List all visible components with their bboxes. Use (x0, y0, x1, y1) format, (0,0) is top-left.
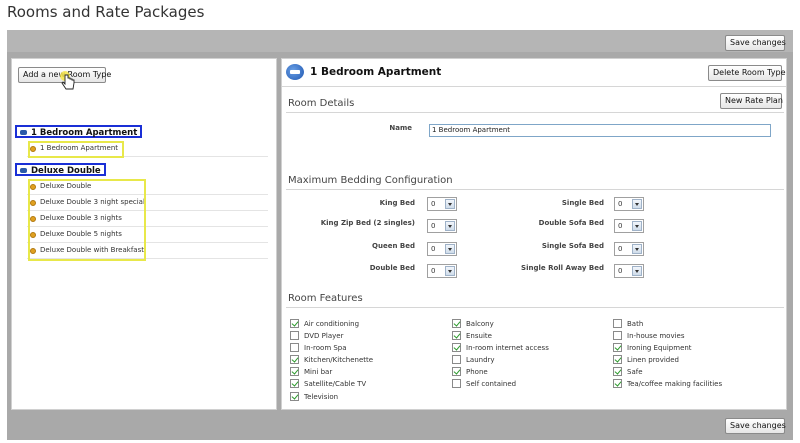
collapse-icon[interactable] (20, 168, 27, 173)
feature-checkbox[interactable]: Mini bar (290, 367, 332, 377)
checkbox-unchecked-icon[interactable] (613, 331, 622, 340)
chevron-down-icon (445, 266, 455, 276)
top-toolbar (7, 30, 793, 52)
chevron-down-icon (632, 244, 642, 254)
checkbox-checked-icon[interactable] (452, 367, 461, 376)
bed-label: Queen Bed (372, 242, 415, 250)
feature-checkbox[interactable]: Self contained (452, 379, 516, 389)
room-header: 1 Bedroom Apartment Delete Room Type (282, 59, 786, 87)
room-type-list-panel: Add a new Room Type 1 Bedroom Apartment … (11, 58, 277, 410)
checkbox-checked-icon[interactable] (613, 355, 622, 364)
feature-checkbox[interactable]: Kitchen/Kitchenette (290, 355, 373, 365)
checkbox-unchecked-icon[interactable] (290, 343, 299, 352)
feature-checkbox[interactable]: DVD Player (290, 331, 343, 341)
chevron-down-icon (445, 199, 455, 209)
room-group-deluxe-double[interactable]: Deluxe Double (12, 163, 276, 177)
queen-bed-select[interactable]: 0 (427, 242, 457, 256)
chevron-down-icon (632, 221, 642, 231)
editor-frame: Save changes Add a new Room Type 1 Bedro… (7, 30, 793, 440)
room-group-highlight: 1 Bedroom Apartment (15, 125, 143, 138)
bedding-heading: Maximum Bedding Configuration (288, 175, 453, 186)
bed-label: Single Sofa Bed (541, 242, 604, 250)
feature-checkbox[interactable]: Ensuite (452, 331, 492, 341)
divider (286, 112, 784, 113)
annotation-highlight (28, 141, 124, 158)
room-group-highlight: Deluxe Double (15, 163, 106, 176)
save-changes-button-top[interactable]: Save changes (725, 35, 786, 51)
page-title: Rooms and Rate Packages (7, 3, 205, 21)
bed-label: King Zip Bed (2 singles) (320, 219, 415, 227)
checkbox-checked-icon[interactable] (290, 367, 299, 376)
bed-label: Single Bed (561, 199, 604, 207)
room-features-heading: Room Features (288, 293, 363, 304)
chevron-down-icon (632, 266, 642, 276)
feature-checkbox[interactable]: In-house movies (613, 331, 685, 341)
room-name-input[interactable]: 1 Bedroom Apartment (429, 124, 771, 137)
feature-checkbox[interactable]: Ironing Equipment (613, 343, 692, 353)
checkbox-unchecked-icon[interactable] (452, 355, 461, 364)
checkbox-checked-icon[interactable] (290, 319, 299, 328)
bed-label: Single Roll Away Bed (521, 264, 604, 272)
checkbox-unchecked-icon[interactable] (290, 331, 299, 340)
feature-checkbox[interactable]: Air conditioning (290, 319, 359, 329)
bed-icon (286, 64, 304, 80)
room-group-1-bedroom-apartment[interactable]: 1 Bedroom Apartment (12, 125, 276, 139)
feature-checkbox[interactable]: Tea/coffee making facilities (613, 379, 722, 389)
checkbox-checked-icon[interactable] (452, 319, 461, 328)
bed-label: Double Sofa Bed (538, 219, 604, 227)
double-sofa-bed-select[interactable]: 0 (614, 219, 644, 233)
feature-checkbox[interactable]: Safe (613, 367, 643, 377)
new-rate-plan-button[interactable]: New Rate Plan (720, 93, 783, 109)
checkbox-checked-icon[interactable] (290, 379, 299, 388)
single-bed-select[interactable]: 0 (614, 197, 644, 211)
room-group-label: Deluxe Double (31, 166, 101, 176)
checkbox-checked-icon[interactable] (613, 379, 622, 388)
checkbox-checked-icon[interactable] (452, 331, 461, 340)
room-details-heading: Room Details (288, 98, 355, 109)
feature-checkbox[interactable]: Satellite/Cable TV (290, 379, 366, 389)
divider (286, 307, 784, 308)
checkbox-checked-icon[interactable] (452, 343, 461, 352)
feature-checkbox[interactable]: In-room internet access (452, 343, 549, 353)
checkbox-checked-icon[interactable] (290, 355, 299, 364)
bed-label: King Bed (379, 199, 415, 207)
room-group-label: 1 Bedroom Apartment (31, 128, 138, 138)
king-bed-select[interactable]: 0 (427, 197, 457, 211)
divider (286, 189, 784, 190)
save-changes-button-bottom[interactable]: Save changes (725, 418, 786, 434)
feature-checkbox[interactable]: Bath (613, 319, 643, 329)
feature-checkbox[interactable]: Phone (452, 367, 488, 377)
checkbox-checked-icon[interactable] (613, 343, 622, 352)
annotation-highlight (28, 179, 146, 261)
checkbox-unchecked-icon[interactable] (613, 319, 622, 328)
room-detail-panel: 1 Bedroom Apartment Delete Room Type New… (281, 58, 787, 410)
delete-room-type-button[interactable]: Delete Room Type (708, 65, 786, 81)
chevron-down-icon (445, 244, 455, 254)
hand-cursor-icon (60, 71, 75, 90)
feature-checkbox[interactable]: In-room Spa (290, 343, 347, 353)
bed-label: Double Bed (369, 264, 415, 272)
single-roll-away-bed-select[interactable]: 0 (614, 264, 644, 278)
room-title: 1 Bedroom Apartment (310, 66, 442, 78)
checkbox-checked-icon[interactable] (613, 367, 622, 376)
single-sofa-bed-select[interactable]: 0 (614, 242, 644, 256)
checkbox-unchecked-icon[interactable] (452, 379, 461, 388)
chevron-down-icon (445, 221, 455, 231)
feature-checkbox[interactable]: Television (290, 392, 338, 402)
king-zip-bed-select[interactable]: 0 (427, 219, 457, 233)
double-bed-select[interactable]: 0 (427, 264, 457, 278)
feature-checkbox[interactable]: Linen provided (613, 355, 679, 365)
checkbox-checked-icon[interactable] (290, 392, 299, 401)
feature-checkbox[interactable]: Balcony (452, 319, 494, 329)
feature-checkbox[interactable]: Laundry (452, 355, 495, 365)
collapse-icon[interactable] (20, 130, 27, 135)
name-label: Name (389, 124, 412, 132)
chevron-down-icon (632, 199, 642, 209)
